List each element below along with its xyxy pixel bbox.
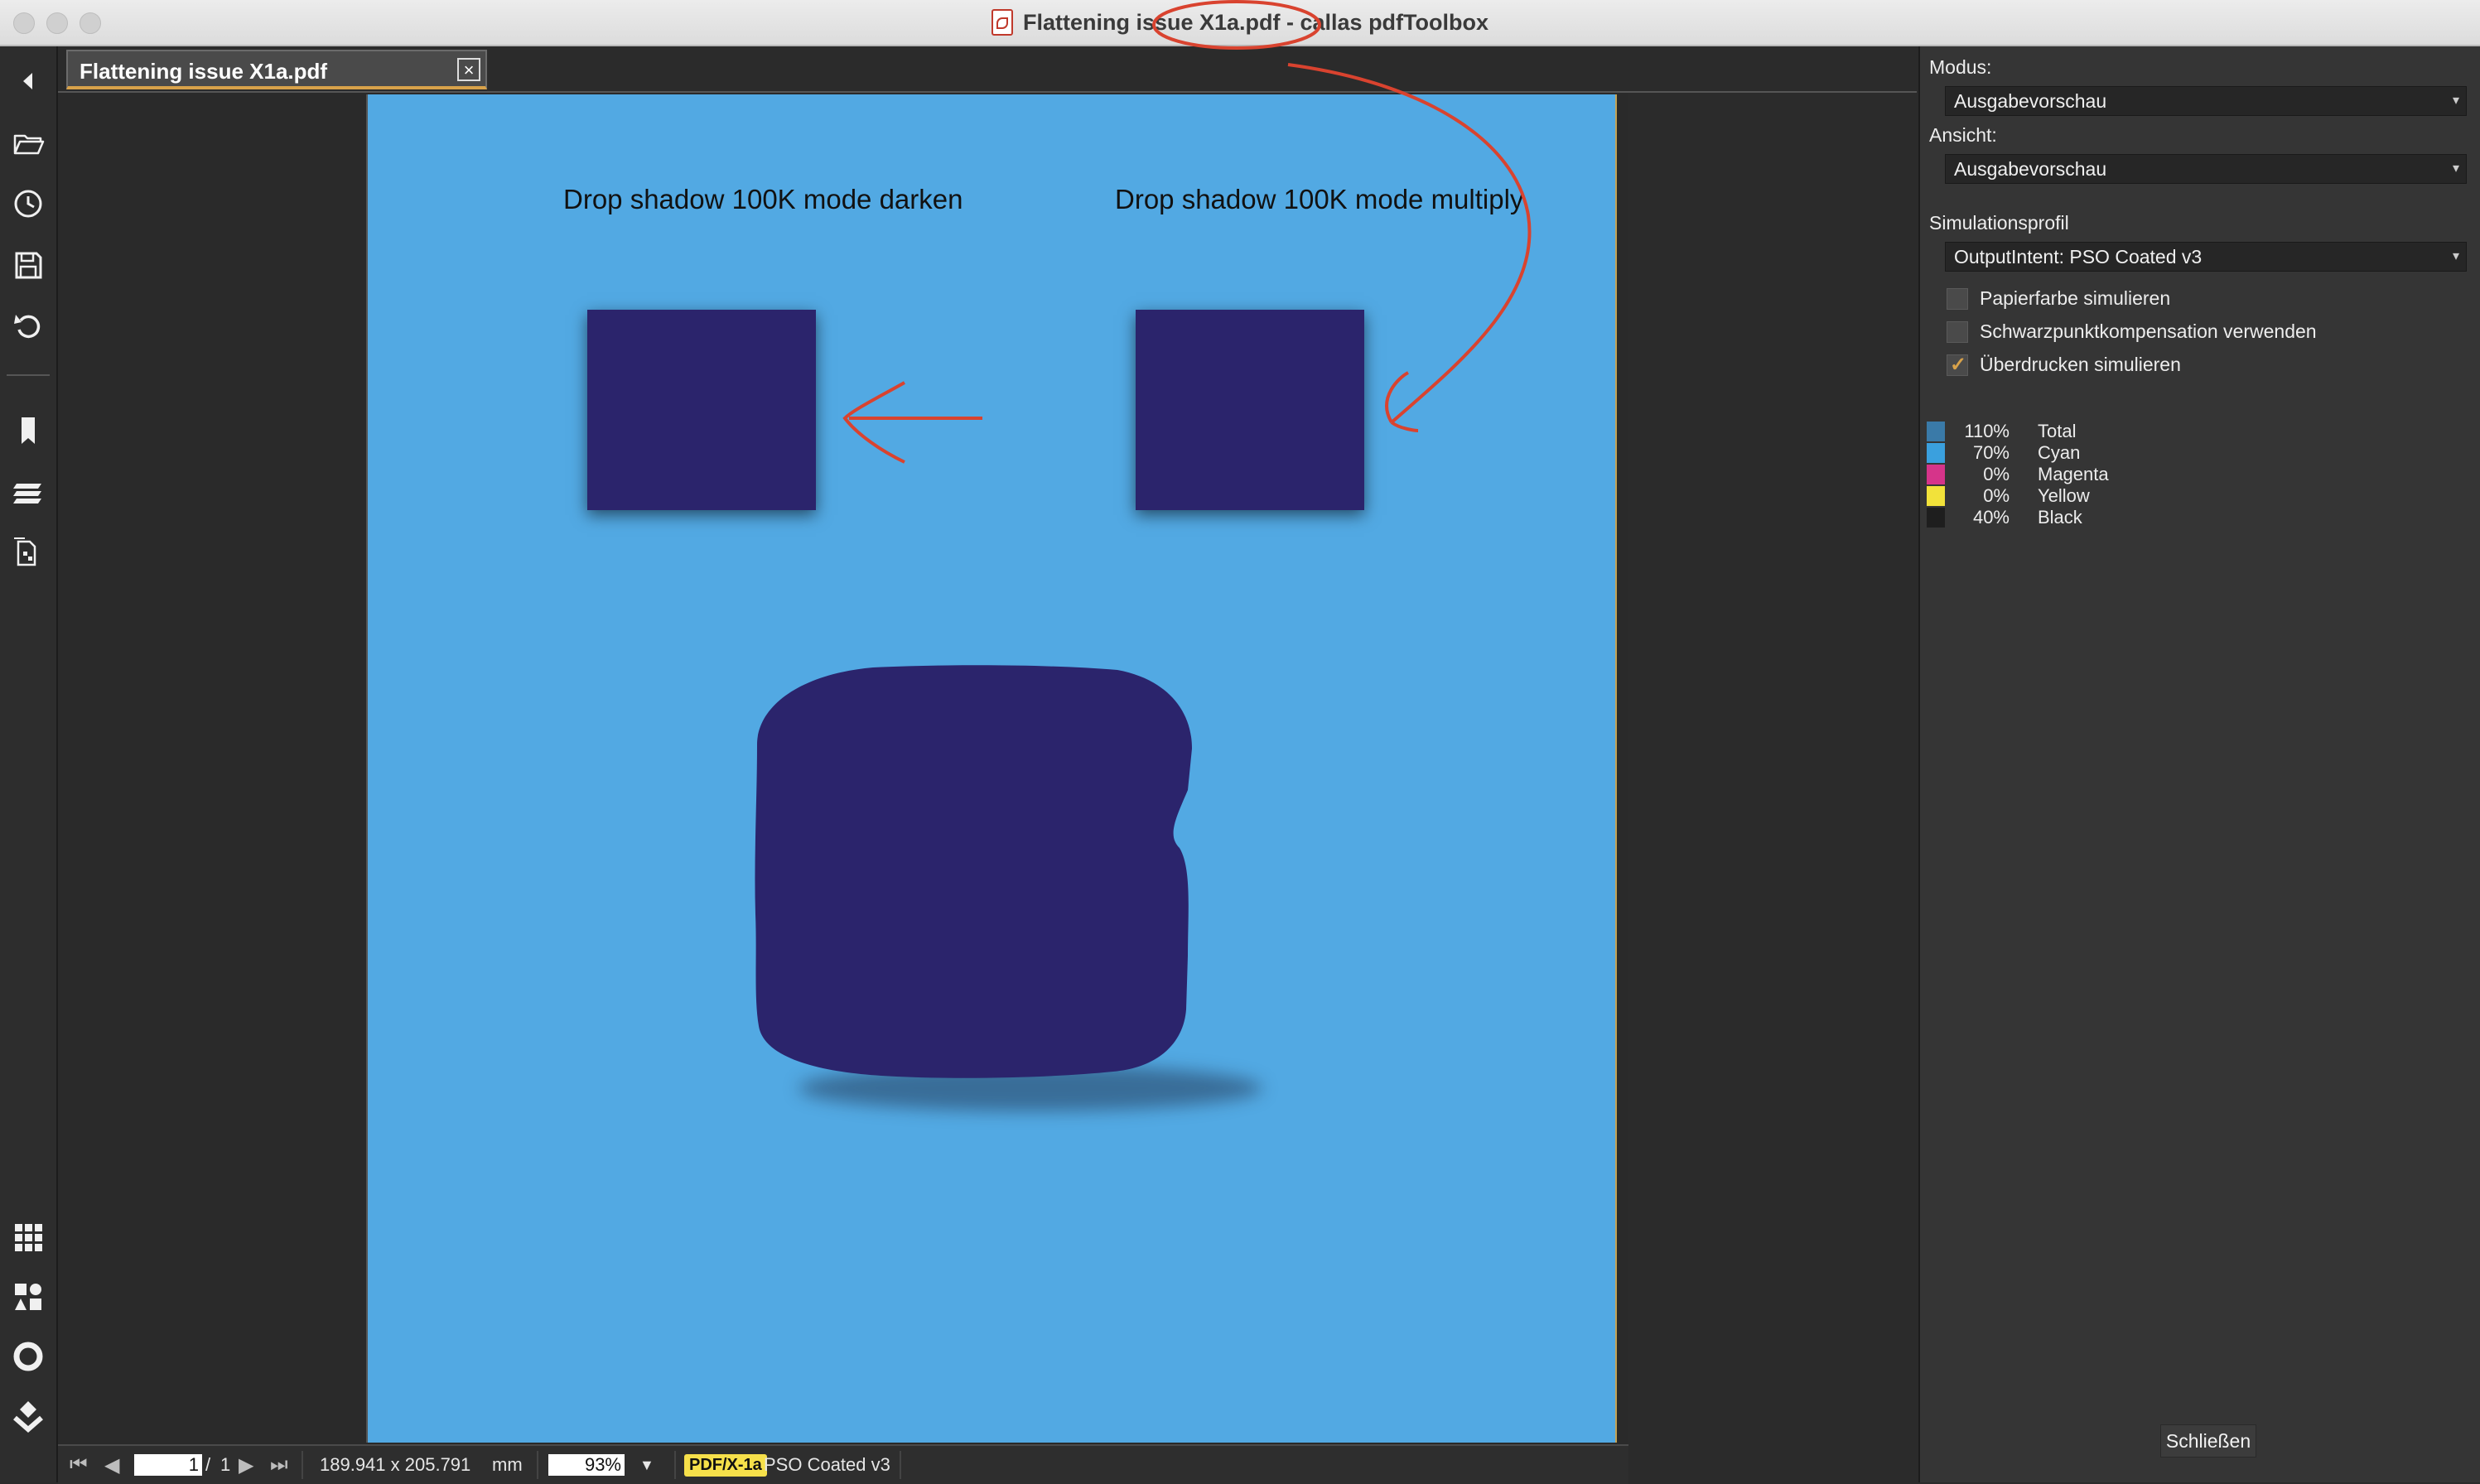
- chevron-down-icon: ▾: [2452, 94, 2459, 108]
- first-page-icon[interactable]: ⏮: [70, 1453, 88, 1477]
- circle-icon[interactable]: [8, 1337, 48, 1376]
- paper-color-checkbox[interactable]: [1947, 288, 1968, 310]
- ink-name: Magenta: [2038, 464, 2109, 484]
- last-page-icon[interactable]: ⏭: [270, 1453, 288, 1477]
- ink-row-yellow: 0% Yellow: [1927, 485, 2090, 507]
- document-tab-bar: Flattening issue X1a.pdf ×: [58, 46, 1917, 93]
- status-separator: [674, 1451, 676, 1479]
- check-icon[interactable]: [8, 1396, 48, 1436]
- overprint-checkbox[interactable]: [1947, 353, 1968, 377]
- ink-row-magenta: 0% Magenta: [1927, 464, 2109, 485]
- ansicht-value: Ausgabevorschau: [1954, 158, 2107, 180]
- pdf-page: Drop shadow 100K mode darken Drop shadow…: [366, 94, 1617, 1443]
- zoom-input[interactable]: [548, 1454, 625, 1476]
- paper-color-label: Papierfarbe simulieren: [1980, 287, 2171, 309]
- history-clock-icon[interactable]: [8, 184, 48, 224]
- ink-swatch: [1927, 465, 1945, 484]
- window-titlebar: Flattening issue X1a.pdf - callas pdfToo…: [0, 0, 2480, 46]
- ink-percent: 0%: [1983, 485, 2010, 506]
- ink-name: Cyan: [2038, 442, 2081, 463]
- document-tab[interactable]: Flattening issue X1a.pdf ×: [66, 50, 487, 89]
- output-profile: PSO Coated v3: [764, 1454, 890, 1475]
- status-bar: ⏮ ◀ / 1 ▶ ⏭ 189.941 x 205.791 mm ▼ PDF/X…: [58, 1444, 1628, 1484]
- output-preview-panel: Modus: Ausgabevorschau ▾ Ansicht: Ausgab…: [1918, 46, 2480, 1482]
- chevron-down-icon: ▾: [2452, 161, 2459, 176]
- zoom-dropdown-caret[interactable]: ▼: [639, 1453, 654, 1477]
- zoom-field[interactable]: [548, 1453, 625, 1477]
- document-canvas[interactable]: Drop shadow 100K mode darken Drop shadow…: [58, 93, 1628, 1444]
- ink-name: Total: [2038, 421, 2077, 441]
- folder-open-icon[interactable]: [8, 123, 48, 162]
- dark-blob-shape: [755, 665, 1192, 1078]
- ink-row-total: 110% Total: [1927, 421, 2076, 442]
- overprint-label: Überdrucken simulieren: [1980, 354, 2181, 375]
- status-separator: [537, 1451, 538, 1479]
- ink-swatch: [1927, 486, 1945, 506]
- page-number-input[interactable]: [134, 1454, 202, 1476]
- modus-value: Ausgabevorschau: [1954, 90, 2107, 112]
- simulation-profile-label: Simulationsprofil: [1929, 212, 2069, 234]
- window-title-group: Flattening issue X1a.pdf - callas pdfToo…: [0, 0, 2480, 45]
- modus-select[interactable]: Ausgabevorschau ▾: [1945, 86, 2467, 116]
- black-point-checkbox[interactable]: [1947, 321, 1968, 343]
- ansicht-label: Ansicht:: [1929, 124, 1997, 146]
- black-point-label: Schwarzpunktkompensation verwenden: [1980, 320, 2317, 342]
- ink-swatch: [1927, 443, 1945, 463]
- tools-icon[interactable]: [8, 1277, 48, 1317]
- ink-percent: 70%: [1972, 442, 2010, 463]
- ink-swatch: [1927, 508, 1945, 528]
- page-total: 1: [220, 1454, 231, 1475]
- ink-name: Black: [2038, 507, 2082, 528]
- toolbar-separator: [7, 374, 50, 376]
- page-separator: /: [205, 1454, 211, 1475]
- close-button[interactable]: Schließen: [2160, 1424, 2256, 1458]
- page-thumbnails-icon[interactable]: [8, 532, 48, 571]
- previous-page-icon[interactable]: ◀: [104, 1453, 119, 1477]
- back-icon[interactable]: [8, 61, 48, 101]
- simulation-profile-value: OutputIntent: PSO Coated v3: [1954, 246, 2203, 267]
- ink-name: Yellow: [2038, 485, 2090, 506]
- simulation-profile-select[interactable]: OutputIntent: PSO Coated v3 ▾: [1945, 242, 2467, 272]
- ink-row-cyan: 70% Cyan: [1927, 442, 2080, 464]
- ansicht-select[interactable]: Ausgabevorschau ▾: [1945, 154, 2467, 184]
- ink-percent: 0%: [1983, 464, 2010, 484]
- next-page-icon[interactable]: ▶: [239, 1453, 253, 1477]
- ink-percent: 40%: [1972, 507, 2010, 528]
- save-icon[interactable]: [8, 245, 48, 285]
- window-title: Flattening issue X1a.pdf - callas pdfToo…: [1022, 9, 1489, 35]
- close-tab-icon[interactable]: ×: [457, 58, 480, 81]
- ink-percent: 110%: [1964, 421, 2010, 441]
- bookmark-icon[interactable]: [8, 411, 48, 450]
- page-dimensions: 189.941 x 205.791: [320, 1454, 471, 1475]
- page-number-field[interactable]: [134, 1453, 202, 1477]
- status-separator: [900, 1451, 901, 1479]
- ink-row-black: 40% Black: [1927, 507, 2082, 528]
- modus-label: Modus:: [1929, 56, 1992, 78]
- pdfx-badge: PDF/X-1a: [684, 1453, 767, 1477]
- grid-icon[interactable]: [8, 1217, 48, 1257]
- pdf-file-icon: [991, 9, 1013, 36]
- chevron-down-icon: ▾: [2452, 249, 2459, 263]
- left-toolbar: [0, 46, 58, 1482]
- dimension-unit: mm: [492, 1454, 523, 1475]
- pdfx-badge-wrap: PDF/X-1a: [684, 1453, 767, 1477]
- status-separator: [302, 1451, 303, 1479]
- ink-swatch: [1927, 422, 1945, 441]
- layers-icon[interactable]: [8, 472, 48, 512]
- document-tab-label: Flattening issue X1a.pdf: [80, 59, 328, 84]
- revert-icon[interactable]: [8, 306, 48, 346]
